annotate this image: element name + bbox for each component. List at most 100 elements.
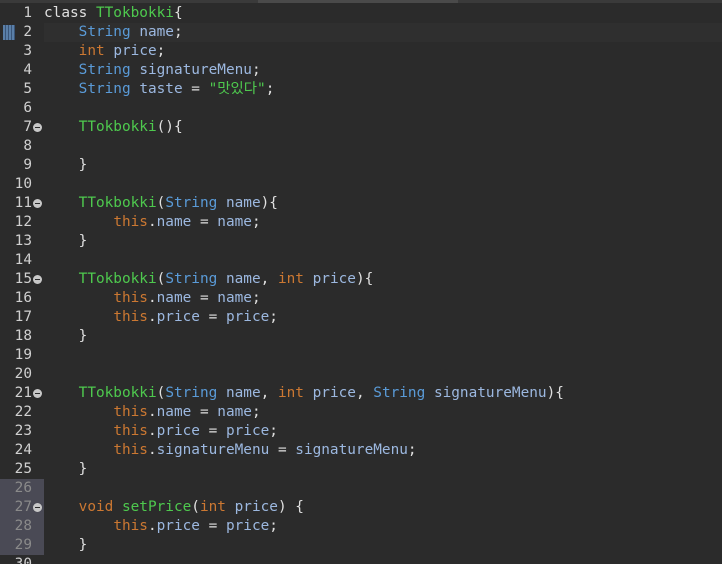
code-line[interactable]: int price;: [44, 42, 722, 61]
fold-collapse-icon[interactable]: [33, 275, 42, 284]
gutter-line[interactable]: 14: [0, 251, 44, 270]
code-line[interactable]: this.price = price;: [44, 422, 722, 441]
code-line[interactable]: [44, 175, 722, 194]
code-token: (: [156, 271, 166, 287]
code-line[interactable]: TTokbokki(String name){: [44, 194, 722, 213]
gutter-line[interactable]: 18: [0, 327, 44, 346]
code-line[interactable]: [44, 99, 722, 118]
line-number: 3: [23, 43, 32, 59]
code-token: signatureMenu: [295, 442, 408, 458]
code-token: ;: [251, 404, 261, 420]
gutter-line[interactable]: 5: [0, 80, 44, 99]
code-line[interactable]: }: [44, 232, 722, 251]
fold-collapse-icon[interactable]: [33, 199, 42, 208]
gutter-line[interactable]: 16: [0, 289, 44, 308]
gutter-line[interactable]: 7: [0, 118, 44, 137]
code-editor[interactable]: 1 2 3 4 5 6 7 8 9 10 11 12 13 14 15 16 17 18 19 20 21 22 23 24 2…: [0, 0, 722, 564]
gutter-line[interactable]: 30: [0, 555, 44, 564]
gutter-line[interactable]: 10: [0, 175, 44, 194]
gutter-line[interactable]: 29: [0, 536, 44, 555]
code-line[interactable]: this.name = name;: [44, 289, 722, 308]
code-line[interactable]: this.price = price;: [44, 517, 722, 536]
code-line[interactable]: TTokbokki(){: [44, 118, 722, 137]
fold-collapse-icon[interactable]: [33, 389, 42, 398]
code-token: =: [182, 81, 209, 97]
code-line[interactable]: String taste = "맛있다";: [44, 80, 722, 99]
gutter-line[interactable]: 11: [0, 194, 44, 213]
gutter-line[interactable]: 26: [0, 479, 44, 498]
gutter-line[interactable]: 12: [0, 213, 44, 232]
line-number: 18: [14, 328, 32, 344]
line-number-gutter[interactable]: 1 2 3 4 5 6 7 8 9 10 11 12 13 14 15 16 17 18 19 20 21 22 23 24 2…: [0, 4, 44, 564]
code-line[interactable]: [44, 479, 722, 498]
gutter-line[interactable]: 2: [0, 23, 44, 42]
fold-collapse-icon[interactable]: [33, 123, 42, 132]
code-token: name: [156, 404, 192, 420]
code-token: .: [147, 518, 157, 534]
fold-collapse-icon[interactable]: [33, 503, 42, 512]
gutter-line[interactable]: 15: [0, 270, 44, 289]
code-line[interactable]: this.name = name;: [44, 213, 722, 232]
code-line[interactable]: [44, 137, 722, 156]
code-line[interactable]: TTokbokki(String name, int price, String…: [44, 384, 722, 403]
code-line[interactable]: this.name = name;: [44, 403, 722, 422]
line-number: 12: [14, 214, 32, 230]
code-line[interactable]: [44, 346, 722, 365]
code-line[interactable]: class TTokbokki{: [44, 4, 722, 23]
code-token: signatureMenu: [139, 62, 252, 78]
code-area[interactable]: class TTokbokki{ String name; int price;…: [44, 4, 722, 564]
code-line[interactable]: }: [44, 536, 722, 555]
code-token: (: [191, 499, 200, 515]
code-line[interactable]: }: [44, 460, 722, 479]
gutter-line[interactable]: 20: [0, 365, 44, 384]
gutter-line[interactable]: 4: [0, 61, 44, 80]
gutter-line[interactable]: 1: [0, 4, 44, 23]
gutter-line[interactable]: 6: [0, 99, 44, 118]
gutter-line[interactable]: 25: [0, 460, 44, 479]
gutter-line[interactable]: 9: [0, 156, 44, 175]
code-line[interactable]: String name;: [44, 23, 722, 42]
code-line[interactable]: void setPrice(int price) {: [44, 498, 722, 517]
code-token: this: [113, 518, 148, 534]
gutter-line[interactable]: 13: [0, 232, 44, 251]
code-line[interactable]: this.price = price;: [44, 308, 722, 327]
code-line[interactable]: [44, 555, 722, 564]
gutter-line[interactable]: 22: [0, 403, 44, 422]
gutter-line[interactable]: 27: [0, 498, 44, 517]
code-line[interactable]: [44, 365, 722, 384]
code-token: ,: [260, 385, 278, 401]
gutter-line[interactable]: 3: [0, 42, 44, 61]
code-line[interactable]: }: [44, 327, 722, 346]
line-number: 19: [14, 347, 32, 363]
gutter-line[interactable]: 19: [0, 346, 44, 365]
code-token: price: [312, 385, 356, 401]
gutter-line[interactable]: 24: [0, 441, 44, 460]
gutter-line[interactable]: 17: [0, 308, 44, 327]
code-line[interactable]: TTokbokki(String name, int price){: [44, 270, 722, 289]
code-token: String: [165, 195, 218, 211]
code-token: price: [234, 499, 278, 515]
code-line[interactable]: this.signatureMenu = signatureMenu;: [44, 441, 722, 460]
code-token: ,: [355, 385, 374, 401]
code-token: TTokbokki: [78, 271, 157, 287]
gutter-line[interactable]: 28: [0, 517, 44, 536]
line-number: 4: [23, 62, 32, 78]
line-number: 11: [14, 195, 32, 211]
line-number: 5: [23, 81, 32, 97]
gutter-line[interactable]: 21: [0, 384, 44, 403]
code-line[interactable]: [44, 251, 722, 270]
code-token: taste: [139, 81, 183, 97]
code-line[interactable]: }: [44, 156, 722, 175]
gutter-line[interactable]: 23: [0, 422, 44, 441]
code-line[interactable]: String signatureMenu;: [44, 61, 722, 80]
gutter-line[interactable]: 8: [0, 137, 44, 156]
